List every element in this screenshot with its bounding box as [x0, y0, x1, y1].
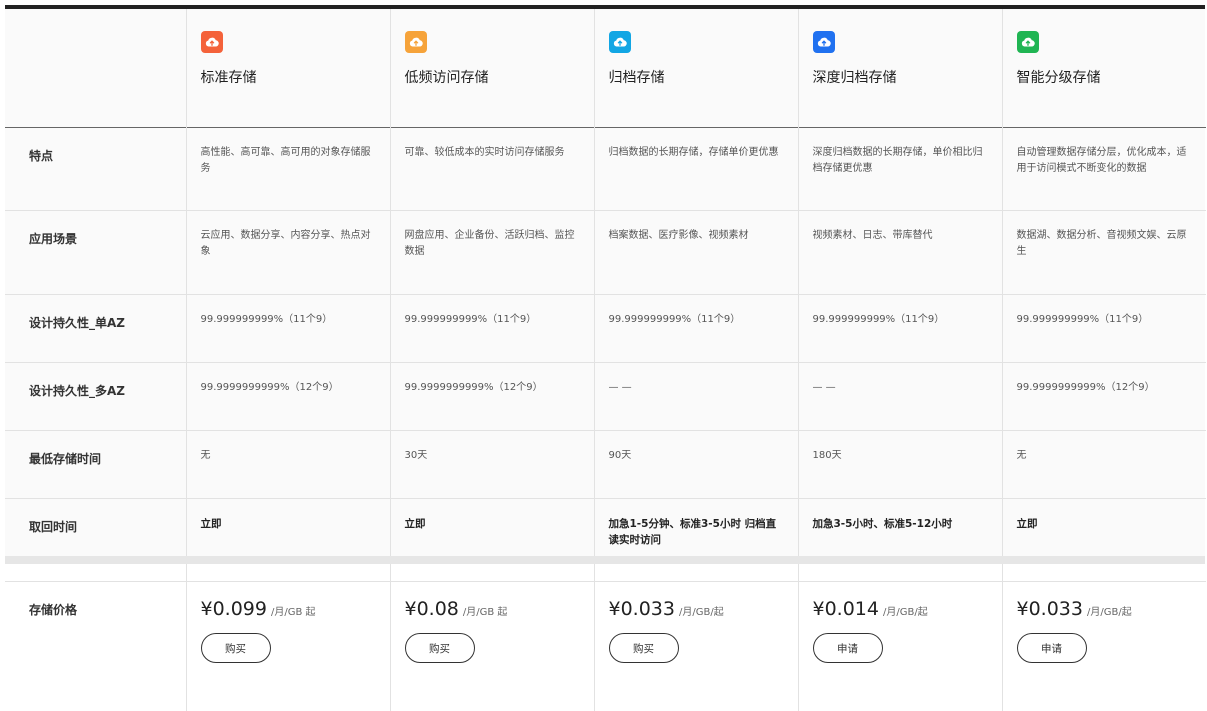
min-time-cell: 30天 [390, 431, 594, 499]
price-value: ¥0.033 [609, 601, 675, 617]
price-value: ¥0.033 [1017, 601, 1083, 617]
retrieval-cell: 立即 [1002, 499, 1206, 582]
product-header-intelligent: 智能分级存储 [1002, 9, 1206, 128]
price-value: ¥0.08 [405, 601, 459, 617]
durability-single-cell: 99.999999999%（11个9） [594, 295, 798, 363]
retrieval-cell: 立即 [186, 499, 390, 582]
durability-multi-cell: 99.9999999999%（12个9） [390, 363, 594, 431]
row-scenario: 应用场景 云应用、数据分享、内容分享、热点对象 网盘应用、企业备份、活跃归档、监… [5, 211, 1206, 295]
comparison-panel: 标准存储 低频访问存储 归档存储 深度归档存储 [5, 5, 1205, 556]
price: ¥0.08/月/GB 起 [405, 601, 580, 621]
durability-single-cell: 99.999999999%（11个9） [186, 295, 390, 363]
header-empty-cell [5, 9, 186, 128]
buy-button-infrequent[interactable]: 购买 [405, 633, 475, 663]
cloud-upload-icon [609, 31, 631, 53]
durability-multi-cell: — — [594, 363, 798, 431]
price-value: ¥0.014 [813, 601, 879, 617]
durability-single-cell: 99.999999999%（11个9） [390, 295, 594, 363]
price-cell: ¥0.014/月/GB/起 申请 [798, 582, 1002, 711]
feature-cell: 可靠、较低成本的实时访问存储服务 [390, 128, 594, 211]
product-header-archive: 归档存储 [594, 9, 798, 128]
apply-button-intelligent[interactable]: 申请 [1017, 633, 1087, 663]
feature-cell: 深度归档数据的长期存储，单价相比归档存储更优惠 [798, 128, 1002, 211]
product-header-deep-archive: 深度归档存储 [798, 9, 1002, 128]
row-label: 设计持久性_多AZ [5, 363, 186, 431]
cloud-upload-icon [405, 31, 427, 53]
price-unit: /月/GB 起 [271, 605, 316, 621]
product-name: 低频访问存储 [405, 67, 580, 87]
durability-multi-cell: 99.9999999999%（12个9） [1002, 363, 1206, 431]
price: ¥0.033/月/GB/起 [1017, 601, 1193, 621]
row-label: 应用场景 [5, 211, 186, 295]
row-durability-single-az: 设计持久性_单AZ 99.999999999%（11个9） 99.9999999… [5, 295, 1206, 363]
storage-comparison-table: 标准存储 低频访问存储 归档存储 深度归档存储 [5, 9, 1206, 711]
durability-single-cell: 99.999999999%（11个9） [1002, 295, 1206, 363]
retrieval-cell: 加急3-5小时、标准5-12小时 [798, 499, 1002, 582]
min-time-cell: 180天 [798, 431, 1002, 499]
min-time-cell: 无 [1002, 431, 1206, 499]
durability-single-cell: 99.999999999%（11个9） [798, 295, 1002, 363]
price-cell: ¥0.099/月/GB 起 购买 [186, 582, 390, 711]
price-value: ¥0.099 [201, 601, 267, 617]
product-header-standard: 标准存储 [186, 9, 390, 128]
min-time-cell: 90天 [594, 431, 798, 499]
price-unit: /月/GB/起 [679, 605, 724, 621]
price-cell: ¥0.033/月/GB/起 购买 [594, 582, 798, 711]
product-name: 标准存储 [201, 67, 376, 87]
min-time-cell: 无 [186, 431, 390, 499]
price: ¥0.099/月/GB 起 [201, 601, 376, 621]
row-feature: 特点 高性能、高可靠、高可用的对象存储服务 可靠、较低成本的实时访问存储服务 归… [5, 128, 1206, 211]
cloud-upload-icon [1017, 31, 1039, 53]
apply-button-deep-archive[interactable]: 申请 [813, 633, 883, 663]
price: ¥0.033/月/GB/起 [609, 601, 784, 621]
price-unit: /月/GB 起 [463, 605, 508, 621]
retrieval-cell: 加急1-5分钟、标准3-5小时 归档直读实时访问 [594, 499, 798, 582]
feature-cell: 归档数据的长期存储，存储单价更优惠 [594, 128, 798, 211]
cloud-upload-icon [201, 31, 223, 53]
row-durability-multi-az: 设计持久性_多AZ 99.9999999999%（12个9） 99.999999… [5, 363, 1206, 431]
product-name: 归档存储 [609, 67, 784, 87]
price: ¥0.014/月/GB/起 [813, 601, 988, 621]
durability-multi-cell: — — [798, 363, 1002, 431]
scenario-cell: 云应用、数据分享、内容分享、热点对象 [186, 211, 390, 295]
row-retrieval-time: 取回时间 立即 立即 加急1-5分钟、标准3-5小时 归档直读实时访问 加急3-… [5, 499, 1206, 582]
price-cell: ¥0.033/月/GB/起 申请 [1002, 582, 1206, 711]
cloud-upload-icon [813, 31, 835, 53]
product-name: 智能分级存储 [1017, 67, 1193, 87]
buy-button-archive[interactable]: 购买 [609, 633, 679, 663]
feature-cell: 高性能、高可靠、高可用的对象存储服务 [186, 128, 390, 211]
scenario-cell: 档案数据、医疗影像、视频素材 [594, 211, 798, 295]
price-cell: ¥0.08/月/GB 起 购买 [390, 582, 594, 711]
feature-cell: 自动管理数据存储分层，优化成本，适用于访问模式不断变化的数据 [1002, 128, 1206, 211]
scenario-cell: 网盘应用、企业备份、活跃归档、监控数据 [390, 211, 594, 295]
durability-multi-cell: 99.9999999999%（12个9） [186, 363, 390, 431]
header-row: 标准存储 低频访问存储 归档存储 深度归档存储 [5, 9, 1206, 128]
product-header-infrequent: 低频访问存储 [390, 9, 594, 128]
row-label: 存储价格 [5, 582, 186, 711]
row-label: 设计持久性_单AZ [5, 295, 186, 363]
price-unit: /月/GB/起 [883, 605, 928, 621]
row-min-storage-time: 最低存储时间 无 30天 90天 180天 无 [5, 431, 1206, 499]
retrieval-cell: 立即 [390, 499, 594, 582]
horizontal-scrollbar[interactable] [5, 556, 1205, 564]
row-price: 存储价格 ¥0.099/月/GB 起 购买 ¥0.08/月/GB 起 购买 ¥0… [5, 582, 1206, 711]
row-label: 最低存储时间 [5, 431, 186, 499]
product-name: 深度归档存储 [813, 67, 988, 87]
price-unit: /月/GB/起 [1087, 605, 1132, 621]
buy-button-standard[interactable]: 购买 [201, 633, 271, 663]
row-label: 特点 [5, 128, 186, 211]
scenario-cell: 数据湖、数据分析、音视频文娱、云原生 [1002, 211, 1206, 295]
scenario-cell: 视频素材、日志、带库替代 [798, 211, 1002, 295]
row-label: 取回时间 [5, 499, 186, 582]
